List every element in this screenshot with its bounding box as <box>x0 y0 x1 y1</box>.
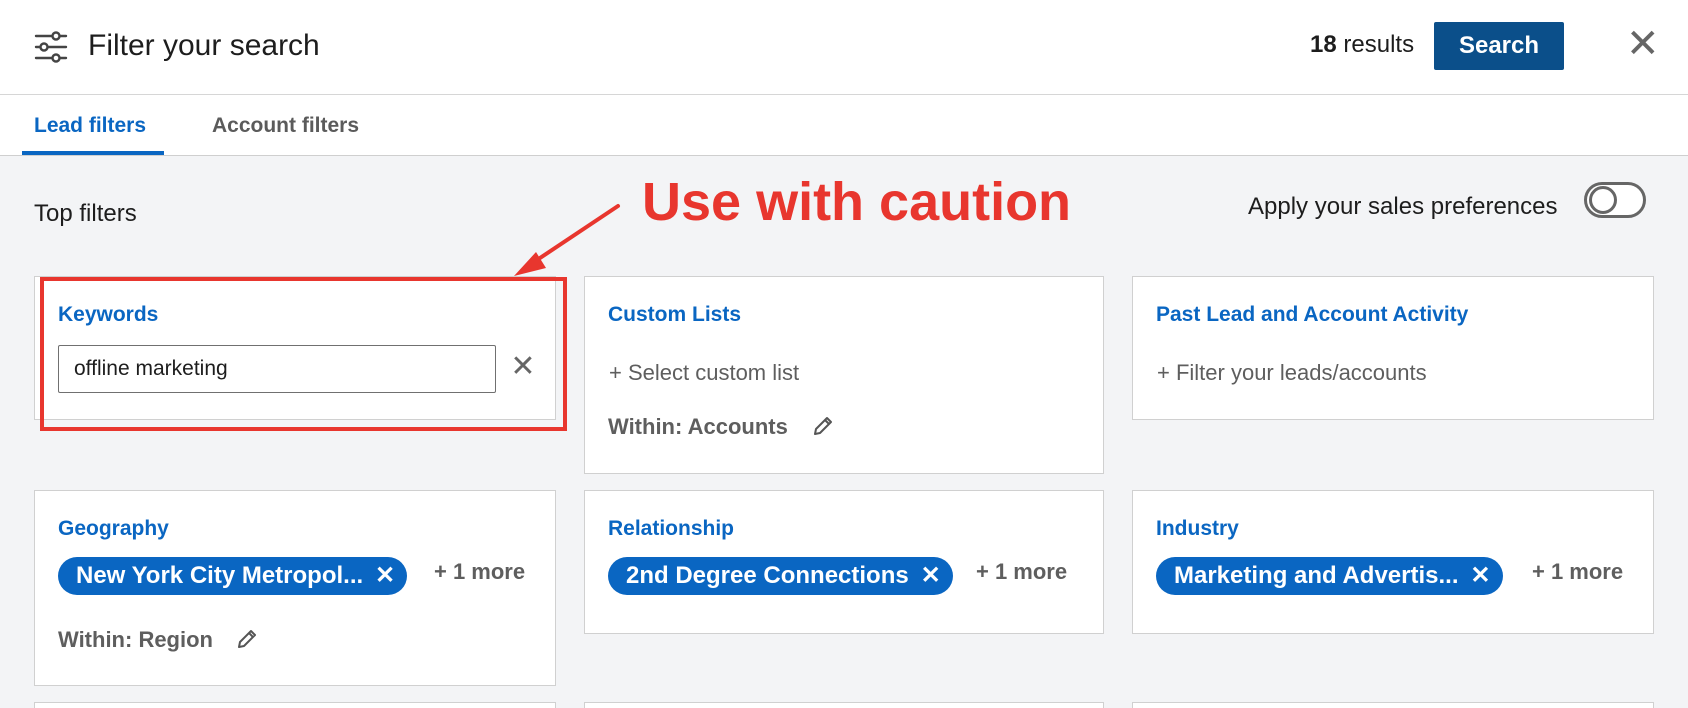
relationship-title: Relationship <box>608 517 735 540</box>
annotation-arrow-icon <box>514 204 620 276</box>
geography-card: Geography New York City Metropol... ✕ + … <box>34 490 556 686</box>
remove-geography-icon[interactable]: ✕ <box>375 557 395 595</box>
top-filters-heading: Top filters <box>34 200 137 227</box>
filter-card-partial <box>34 702 556 708</box>
relationship-card: Relationship 2nd Degree Connections ✕ + … <box>584 490 1104 634</box>
filter-card-partial <box>1132 702 1654 708</box>
filter-tabs: Lead filters Account filters <box>0 95 1688 156</box>
active-tab-indicator <box>22 151 164 155</box>
filter-header: Filter your search 18 results Search ✕ <box>0 0 1688 95</box>
industry-more-button[interactable]: + 1 more <box>1532 559 1623 585</box>
industry-pill-label: Marketing and Advertis... <box>1174 562 1459 589</box>
custom-lists-card: Custom Lists + Select custom list Within… <box>584 276 1104 474</box>
custom-lists-title: Custom Lists <box>608 303 742 326</box>
filter-sliders-icon <box>34 31 68 63</box>
custom-lists-within: Within: Accounts <box>608 414 788 439</box>
page-title: Filter your search <box>88 29 320 62</box>
geography-within: Within: Region <box>58 627 213 652</box>
relationship-pill[interactable]: 2nd Degree Connections ✕ <box>608 557 953 595</box>
remove-industry-icon[interactable]: ✕ <box>1470 557 1490 595</box>
tab-lead-filters[interactable]: Lead filters <box>34 114 146 138</box>
sales-preferences-label: Apply your sales preferences <box>1248 193 1558 220</box>
industry-card: Industry Marketing and Advertis... ✕ + 1… <box>1132 490 1654 634</box>
search-button[interactable]: Search <box>1434 22 1564 70</box>
tab-account-filters[interactable]: Account filters <box>212 114 359 138</box>
results-count: 18 results <box>1310 31 1414 59</box>
results-number: 18 <box>1310 31 1337 58</box>
toggle-knob <box>1589 186 1617 214</box>
geography-pill-label: New York City Metropol... <box>76 562 364 589</box>
close-icon[interactable]: ✕ <box>1626 24 1660 64</box>
industry-title: Industry <box>1156 517 1239 540</box>
keywords-highlight-annotation <box>40 277 567 431</box>
caution-annotation: Use with caution <box>642 172 1072 232</box>
remove-relationship-icon[interactable]: ✕ <box>921 557 941 595</box>
geography-title: Geography <box>58 517 169 540</box>
geography-pill[interactable]: New York City Metropol... ✕ <box>58 557 408 595</box>
filter-leads-accounts-button[interactable]: + Filter your leads/accounts <box>1157 360 1427 386</box>
edit-pencil-icon[interactable] <box>236 628 258 650</box>
relationship-more-button[interactable]: + 1 more <box>976 559 1067 585</box>
results-label: results <box>1343 31 1415 58</box>
past-activity-card: Past Lead and Account Activity + Filter … <box>1132 276 1654 420</box>
past-activity-title: Past Lead and Account Activity <box>1156 303 1469 326</box>
sales-preferences-toggle[interactable] <box>1584 182 1646 218</box>
industry-pill[interactable]: Marketing and Advertis... ✕ <box>1156 557 1503 595</box>
select-custom-list-button[interactable]: + Select custom list <box>609 360 799 386</box>
filter-card-partial <box>584 702 1104 708</box>
geography-more-button[interactable]: + 1 more <box>434 559 525 585</box>
relationship-pill-label: 2nd Degree Connections <box>626 562 909 589</box>
edit-pencil-icon[interactable] <box>812 415 834 437</box>
